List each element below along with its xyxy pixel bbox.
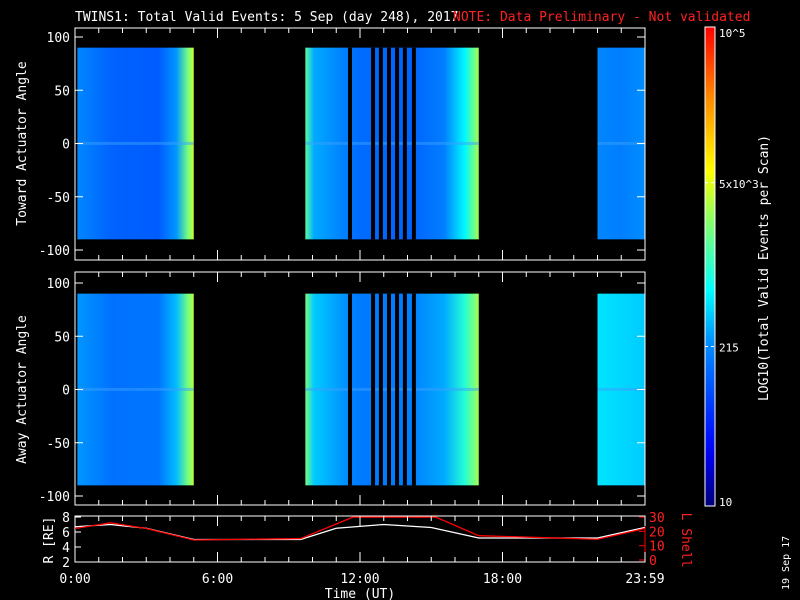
data-gap bbox=[371, 47, 376, 240]
data-gap bbox=[348, 293, 353, 486]
y-tick-label: 8 bbox=[62, 511, 70, 526]
colorbar-scale bbox=[704, 26, 716, 507]
x-tick-label: 0:00 bbox=[59, 572, 90, 587]
y-axis-label: Away Actuator Angle bbox=[15, 315, 30, 464]
zero-angle-stripe bbox=[305, 141, 479, 145]
y-tick-label: 2 bbox=[62, 556, 70, 571]
y-tick-label: 6 bbox=[62, 526, 70, 541]
y-tick-label: -50 bbox=[47, 191, 70, 206]
y2-tick-label: 20 bbox=[649, 525, 665, 540]
zero-angle-stripe bbox=[77, 387, 194, 391]
data-gap bbox=[402, 293, 407, 486]
r-axis-label: R [RE] bbox=[42, 517, 57, 564]
panel-orbit: 8642 3020100 0:00 6:00 12:00 18:00 23:59 Time (… bbox=[42, 511, 693, 600]
x-tick-label: 23:59 bbox=[625, 572, 664, 587]
data-gap bbox=[411, 47, 416, 240]
colorbar-tick-label: 215 bbox=[719, 341, 739, 354]
data-gap bbox=[411, 293, 416, 486]
zero-angle-stripe bbox=[77, 141, 194, 145]
colorbar-tick-label: 10 bbox=[719, 496, 732, 509]
y2-tick-label: 0 bbox=[649, 554, 657, 569]
twins-plot: TWINS1: Total Valid Events: 5 Sep (day 2… bbox=[15, 10, 792, 600]
x-tick-label: 12:00 bbox=[340, 572, 379, 587]
y-tick-label: -100 bbox=[39, 244, 70, 259]
data-gap bbox=[402, 47, 407, 240]
colorbar-label: LOG10(Total Valid Events per Scan) bbox=[757, 135, 772, 401]
y-tick-label: 4 bbox=[62, 541, 70, 556]
panel-toward: 100 50 0 -50 -100 Toward Actuator Angle bbox=[15, 27, 646, 261]
y-tick-label: 0 bbox=[62, 138, 70, 153]
y2-tick-label: 30 bbox=[649, 511, 665, 526]
data-gap bbox=[378, 47, 383, 240]
y-tick-label: 0 bbox=[62, 384, 70, 399]
y-axis-label: Toward Actuator Angle bbox=[15, 61, 30, 226]
y-tick-label: 50 bbox=[54, 330, 70, 345]
x-tick-label: 18:00 bbox=[483, 572, 522, 587]
colorbar-tick-label: 5x10^3 bbox=[719, 178, 759, 191]
y-tick-label: 100 bbox=[47, 277, 70, 292]
y-tick-label: 100 bbox=[47, 31, 70, 46]
l-shell-axis-label: L Shell bbox=[678, 513, 693, 568]
y-tick-label: 50 bbox=[54, 84, 70, 99]
data-gap bbox=[378, 293, 383, 486]
x-axis-label: Time (UT) bbox=[325, 587, 395, 600]
y2-tick-label: 10 bbox=[649, 540, 665, 555]
x-tick-label: 6:00 bbox=[202, 572, 233, 587]
data-gap bbox=[348, 47, 353, 240]
zero-angle-stripe bbox=[305, 387, 479, 391]
data-gap bbox=[395, 293, 400, 486]
date-stamp: 19 Sep 17 bbox=[781, 536, 792, 590]
data-gap bbox=[386, 293, 391, 486]
panel-away: 100 50 0 -50 -100 Away Actuator Angle bbox=[15, 271, 646, 506]
y-tick-label: -100 bbox=[39, 490, 70, 505]
data-gap bbox=[386, 47, 391, 240]
y-tick-label: -50 bbox=[47, 437, 70, 452]
data-gap bbox=[371, 293, 376, 486]
data-gap bbox=[395, 47, 400, 240]
preliminary-note: NOTE: Data Preliminary - Not validated bbox=[453, 10, 750, 25]
colorbar: 10^5 5x10^3 215 10 LOG10(Total Valid Events … bbox=[704, 26, 772, 509]
plot-title: TWINS1: Total Valid Events: 5 Sep (day 2… bbox=[75, 10, 459, 25]
colorbar-tick-label: 10^5 bbox=[719, 27, 746, 40]
